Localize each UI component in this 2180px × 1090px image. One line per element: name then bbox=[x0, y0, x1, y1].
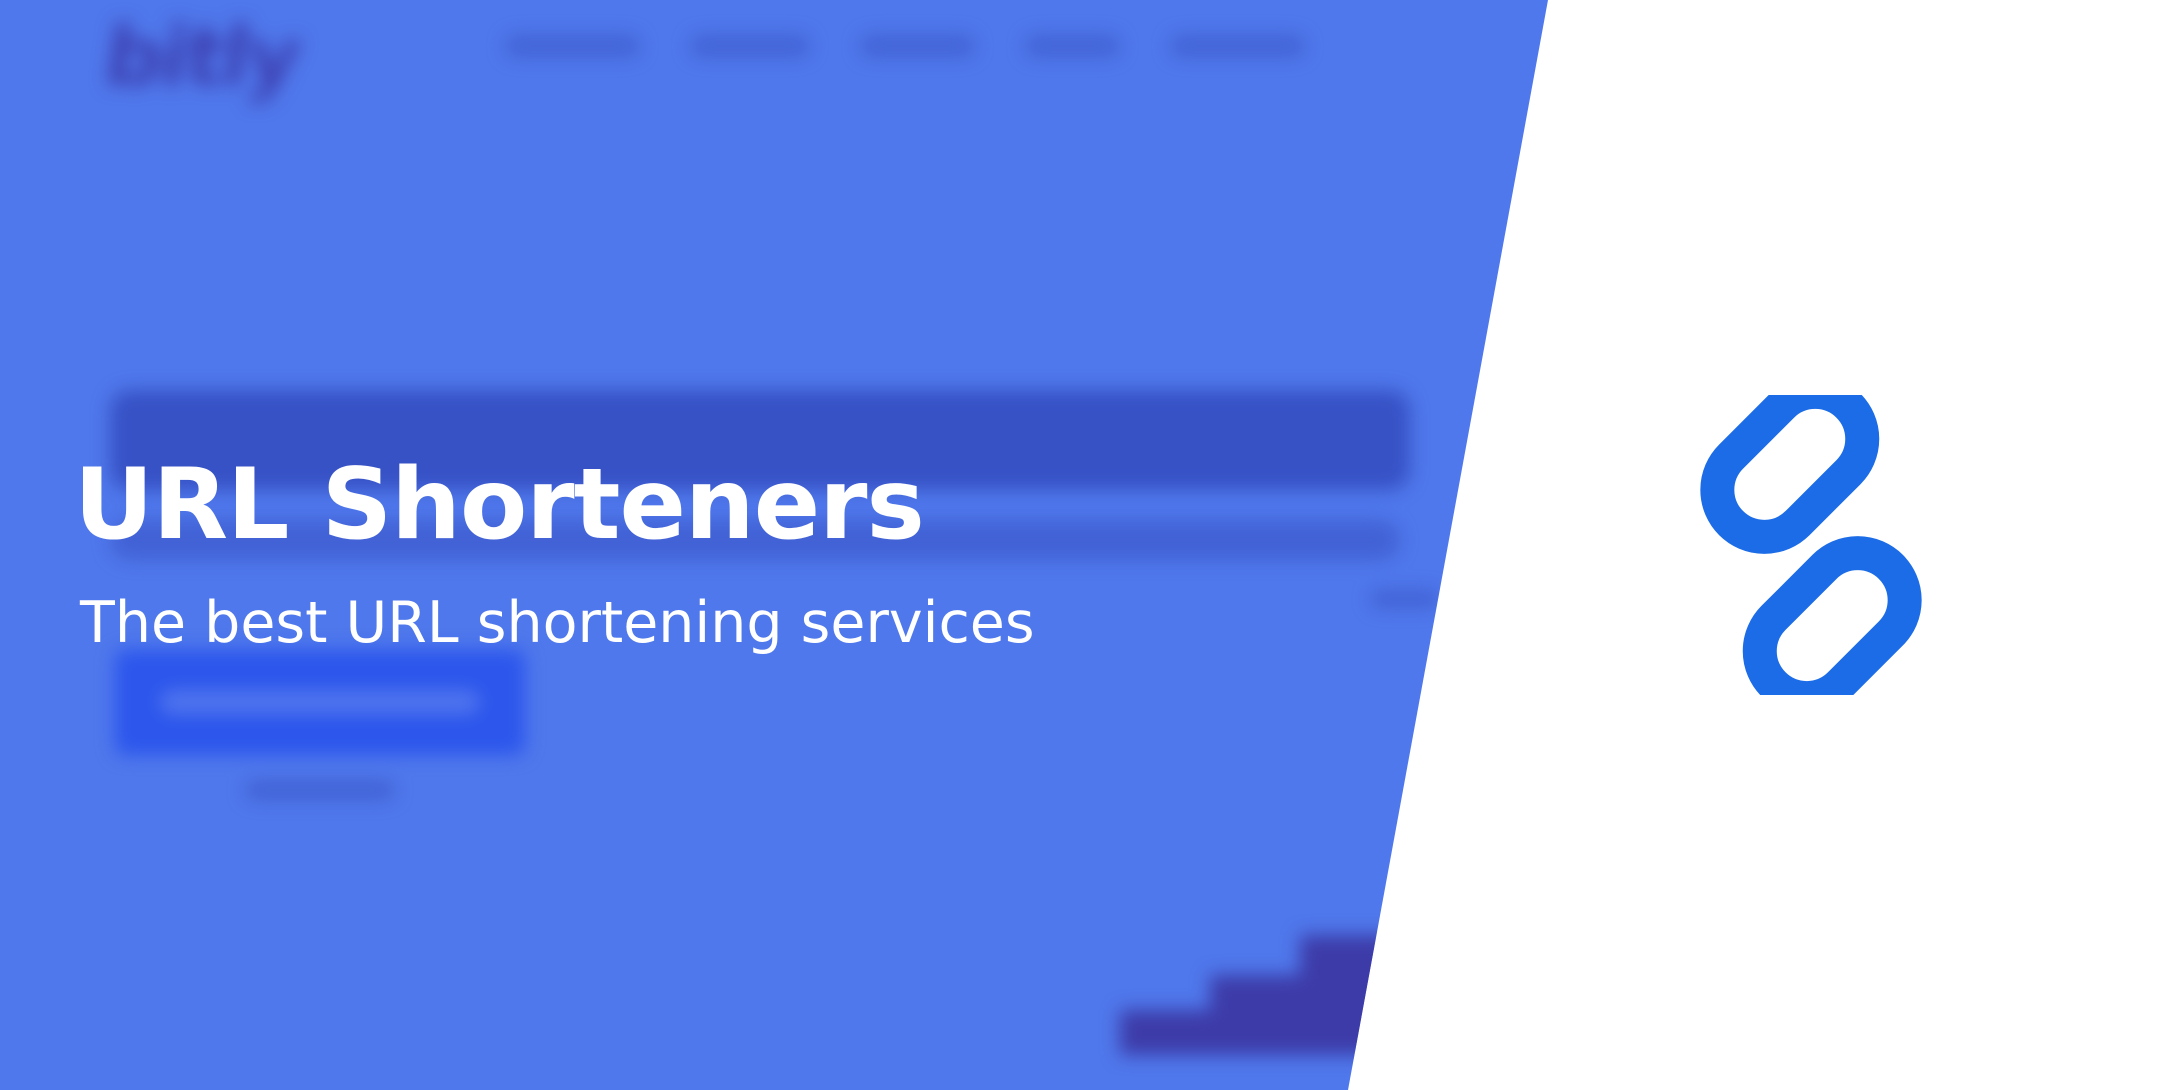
blurred-illustration-step bbox=[1210, 975, 1420, 1015]
blurred-illustration-step bbox=[1120, 1010, 1420, 1055]
blurred-cta-label bbox=[160, 690, 480, 714]
chain-link-lower bbox=[1742, 536, 1922, 695]
banner-subtitle: The best URL shortening services bbox=[80, 590, 1035, 656]
blurred-logo: bitly bbox=[98, 10, 305, 105]
link-chain-icon bbox=[1700, 395, 1922, 695]
banner-title: URL Shorteners bbox=[74, 448, 925, 562]
blurred-subheading-end bbox=[1370, 590, 1440, 608]
blurred-nav-item bbox=[505, 35, 640, 57]
featured-banner: bitly URL Shorteners The best URL shorte… bbox=[0, 0, 2180, 1090]
blurred-nav-item bbox=[1170, 35, 1305, 57]
blurred-nav-item bbox=[860, 35, 975, 57]
chain-link-upper bbox=[1700, 395, 1880, 554]
blurred-nav-item bbox=[1025, 35, 1120, 57]
blurred-small-link bbox=[245, 780, 395, 800]
blurred-nav-item bbox=[690, 35, 810, 57]
blurred-illustration-step bbox=[1300, 935, 1420, 980]
